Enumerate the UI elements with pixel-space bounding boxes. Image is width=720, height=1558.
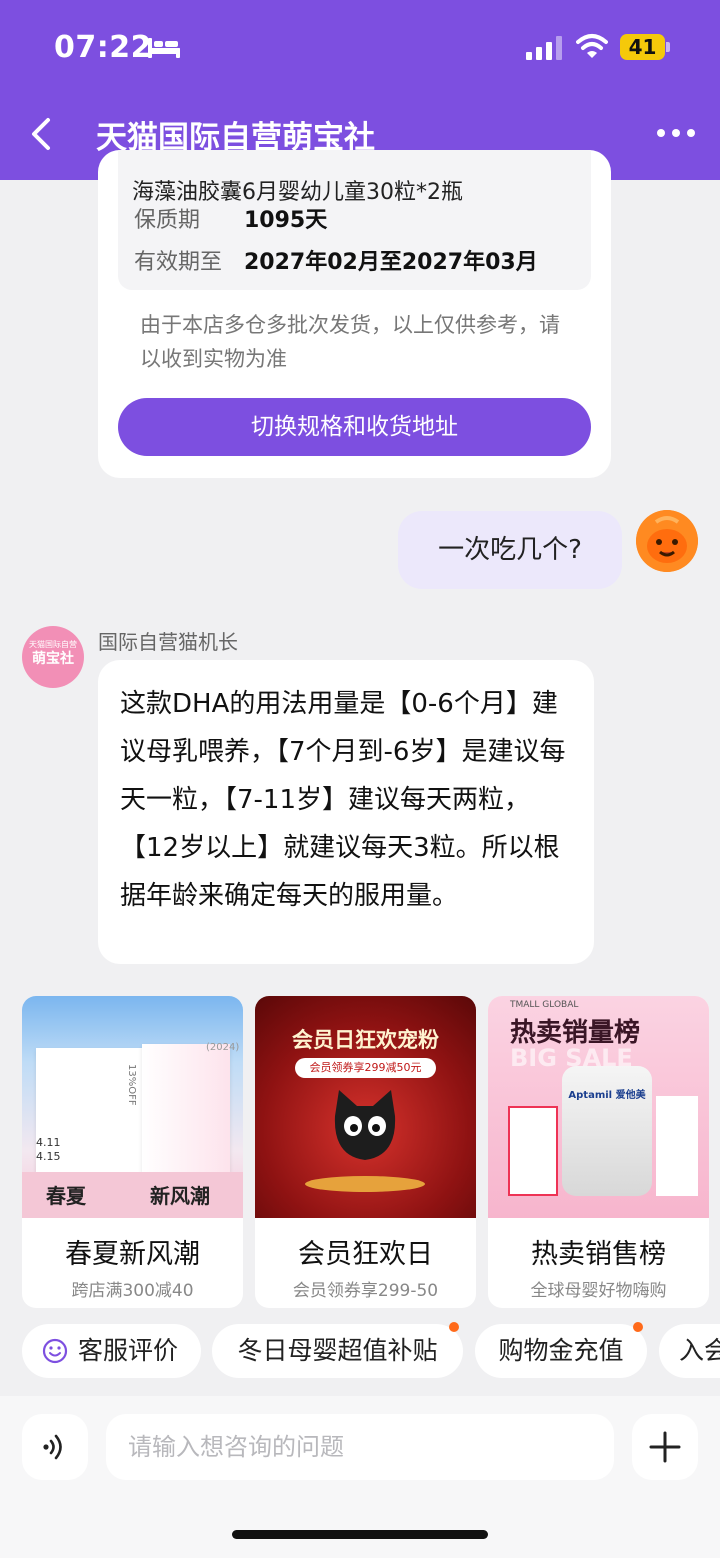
plus-icon xyxy=(649,1431,681,1463)
promo-title: 热卖销售榜 xyxy=(531,1239,666,1270)
promo-image-tag: (2024) xyxy=(206,1042,240,1053)
product-box-left xyxy=(508,1106,558,1196)
chip-service-rating[interactable]: 客服评价 xyxy=(22,1324,201,1378)
promo-title: 春夏新风潮 xyxy=(65,1239,200,1270)
product-box-right xyxy=(656,1096,698,1196)
promo-image-caption2: 新风潮 xyxy=(150,1184,210,1208)
bot-avatar-line2: 萌宝社 xyxy=(32,651,74,667)
promo-image-caption: 会员日狂欢宠粉 xyxy=(292,1028,439,1052)
battery-indicator: 41 xyxy=(620,34,670,60)
promo-image-paper-right xyxy=(142,1044,230,1172)
chip-label: 入会 xyxy=(679,1336,720,1365)
chip-label: 客服评价 xyxy=(78,1336,179,1365)
promo-image-off: 13%OFF xyxy=(126,1064,137,1106)
back-arrow-icon[interactable] xyxy=(26,114,56,154)
chip-winter-subsidy[interactable]: 冬日母婴超值补贴 xyxy=(212,1322,463,1378)
smile-icon xyxy=(42,1338,68,1364)
chip-label: 冬日母婴超值补贴 xyxy=(237,1336,438,1365)
cat-mascot-icon xyxy=(334,1090,396,1160)
add-button[interactable] xyxy=(632,1414,698,1480)
spec-row-shelf-life: 保质期 1095天 xyxy=(134,202,327,234)
spec-label: 有效期至 xyxy=(134,250,223,275)
promo-image-caption2: TMALL GLOBAL xyxy=(510,1000,579,1010)
input-bar xyxy=(0,1396,720,1558)
spec-label: 保质期 xyxy=(134,208,201,233)
product-spec-card: 海藻油胶囊6月婴幼儿童30粒*2瓶 保质期 1095天 有效期至 2027年02月至… xyxy=(98,150,611,478)
signal-icon xyxy=(526,36,562,60)
voice-icon xyxy=(43,1434,62,1460)
promo-image-stage xyxy=(305,1176,425,1192)
promo-card-bestseller[interactable]: TMALL GLOBAL 热卖销量榜 BIG SALE Aptamil 爱他美 … xyxy=(488,996,709,1308)
user-avatar-icon xyxy=(636,510,698,572)
chat-input[interactable] xyxy=(106,1414,614,1480)
notification-dot xyxy=(449,1322,459,1332)
voice-button[interactable] xyxy=(22,1414,88,1480)
user-message-bubble: 一次吃几个? xyxy=(398,511,622,589)
bot-message-bubble: 这款DHA的用法用量是【0-6个月】建议母乳喂养，【7个月到-6岁】是建议每天一… xyxy=(98,660,594,964)
chip-shopping-credit[interactable]: 购物金充值 xyxy=(475,1322,647,1378)
chip-join-member[interactable]: 入会 xyxy=(659,1324,720,1378)
bot-avatar-line1: 天猫国际自营 xyxy=(29,640,77,649)
spec-value: 2027年02月至2027年03月 xyxy=(244,250,538,275)
promo-subtitle: 会员领券享299-50 xyxy=(292,1281,439,1301)
battery-nub xyxy=(666,42,670,52)
spec-box: 海藻油胶囊6月婴幼儿童30粒*2瓶 保质期 1095天 有效期至 2027年02月至… xyxy=(118,150,591,290)
wifi-icon xyxy=(576,34,608,58)
promo-image-date2: 4.15 xyxy=(36,1150,61,1163)
promo-image-spring: (2024) 13%OFF 4.11 4.15 春夏 新风潮 xyxy=(22,996,243,1218)
chip-label: 购物金充值 xyxy=(498,1336,624,1365)
spec-row-expiry: 有效期至 2027年02月至2027年03月 xyxy=(134,244,538,276)
promo-image-caption2: 会员领券享299减50元 xyxy=(295,1058,436,1078)
promo-image-caption: 春夏 xyxy=(46,1184,86,1208)
promo-card-member[interactable]: 会员日狂欢宠粉 会员领券享299减50元 会员狂欢日 会员领券享299-50 xyxy=(255,996,476,1308)
promo-image-member: 会员日狂欢宠粉 会员领券享299减50元 xyxy=(255,996,476,1218)
product-can: Aptamil 爱他美 xyxy=(562,1066,652,1196)
user-avatar[interactable] xyxy=(636,510,698,572)
promo-image-date1: 4.11 xyxy=(36,1136,61,1149)
status-time: 07:22 xyxy=(54,30,152,65)
shipping-note: 由于本店多仓多批次发货，以上仅供参考，请以收到实物为准 xyxy=(140,313,560,371)
sleep-mode-icon xyxy=(148,38,180,58)
bot-avatar[interactable]: 天猫国际自营 萌宝社 xyxy=(22,626,84,688)
switch-spec-address-button[interactable]: 切换规格和收货地址 xyxy=(118,398,591,456)
bot-name: 国际自营猫机长 xyxy=(98,630,238,654)
spec-value: 1095天 xyxy=(244,208,328,233)
product-can-label: Aptamil 爱他美 xyxy=(568,1090,646,1101)
promo-subtitle: 全球母婴好物嗨购 xyxy=(530,1281,667,1301)
more-icon[interactable] xyxy=(656,128,696,138)
notification-dot xyxy=(633,1322,643,1332)
promo-card-spring[interactable]: (2024) 13%OFF 4.11 4.15 春夏 新风潮 春夏新风潮 跨店满… xyxy=(22,996,243,1308)
promo-title: 会员狂欢日 xyxy=(298,1239,433,1270)
promo-image-bestseller: TMALL GLOBAL 热卖销量榜 BIG SALE Aptamil 爱他美 xyxy=(488,996,709,1218)
battery-level: 41 xyxy=(620,34,665,60)
home-indicator xyxy=(232,1530,488,1539)
promo-subtitle: 跨店满300减40 xyxy=(71,1281,194,1301)
